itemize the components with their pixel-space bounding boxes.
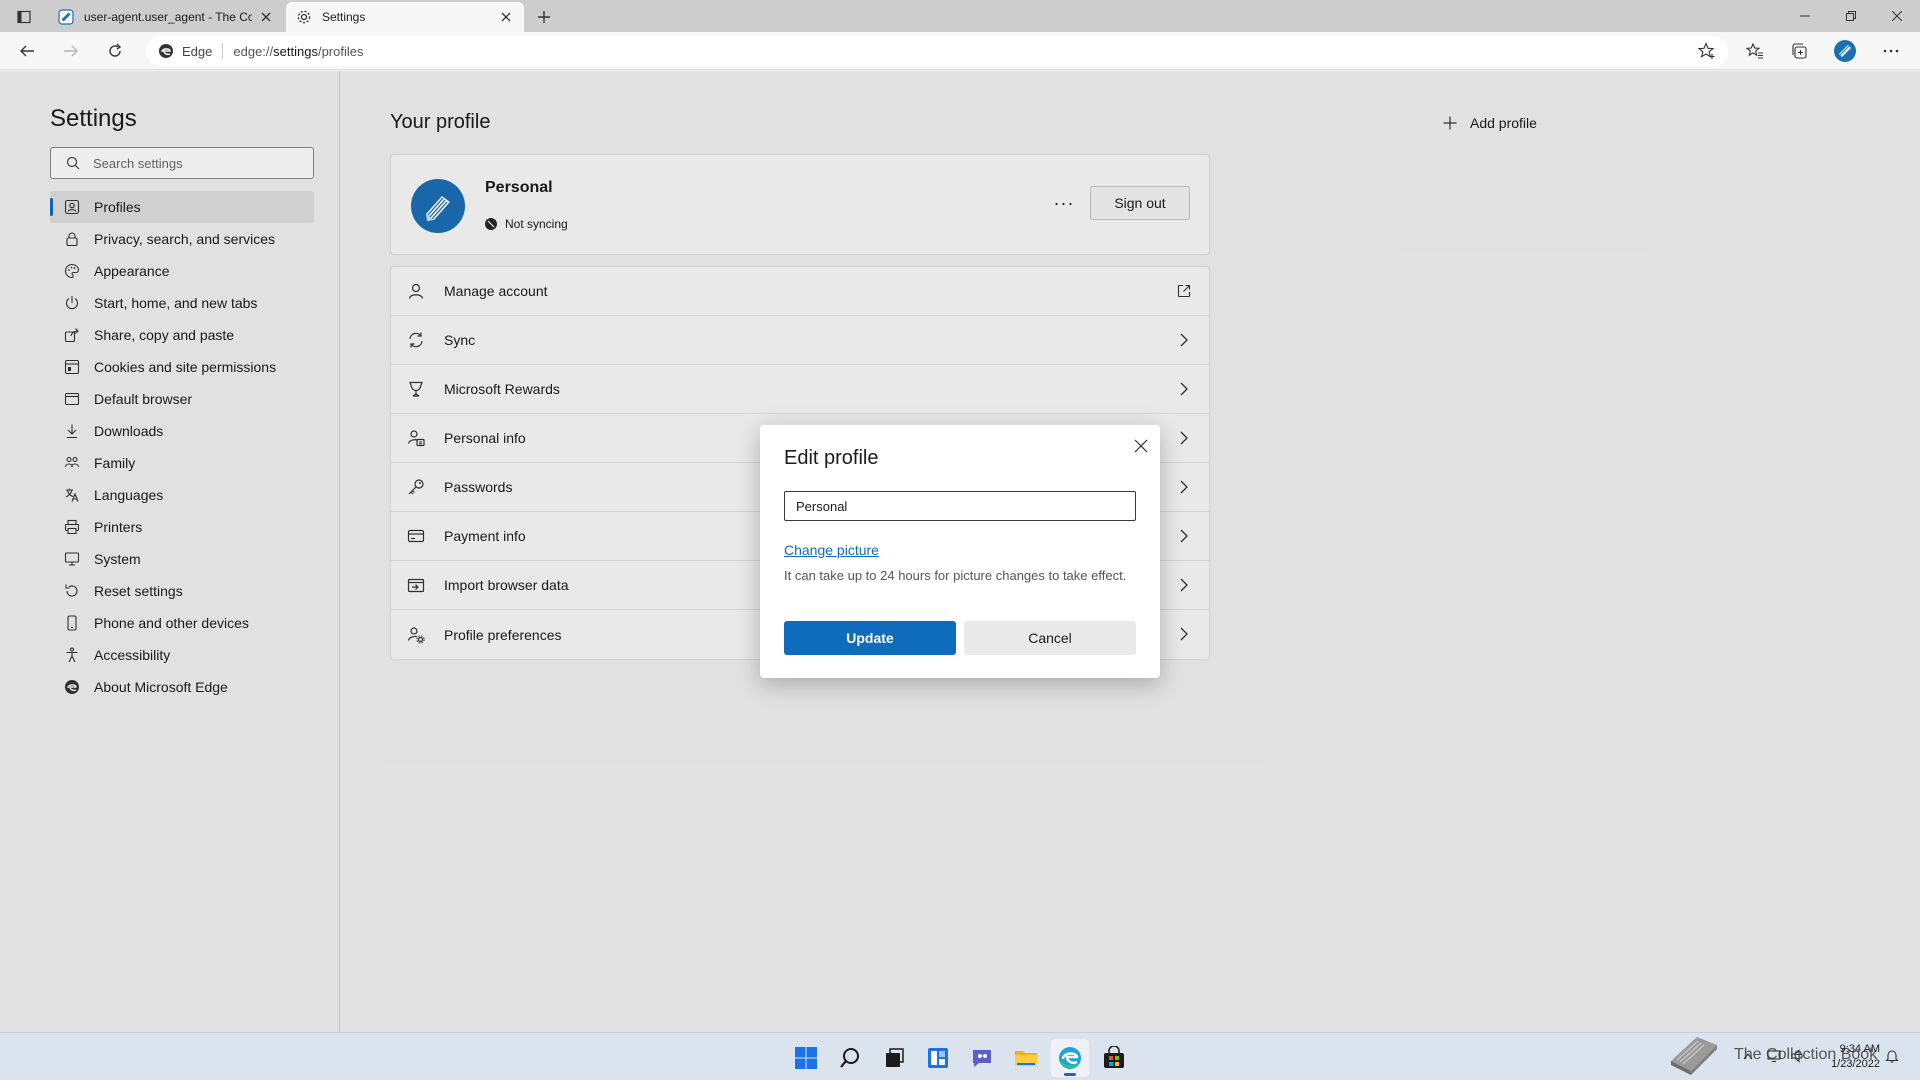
forward-icon[interactable]	[56, 37, 86, 65]
site-name: Edge	[182, 43, 213, 59]
tab-settings[interactable]: Settings	[286, 2, 524, 32]
tab-strip: user-agent.user_agent - The Co Settings	[0, 0, 1920, 32]
tab-user-agent[interactable]: user-agent.user_agent - The Co	[48, 2, 284, 32]
book-logo-watermark	[1666, 1028, 1722, 1080]
refresh-icon[interactable]	[100, 37, 130, 65]
restore-icon[interactable]	[1828, 0, 1874, 32]
tab-title: user-agent.user_agent - The Co	[84, 10, 252, 24]
clock-date: 1/23/2022	[1831, 1058, 1880, 1070]
display-icon[interactable]	[1766, 1048, 1782, 1064]
cancel-button[interactable]: Cancel	[964, 621, 1136, 655]
change-picture-link[interactable]: Change picture	[784, 542, 879, 558]
gear-icon	[296, 9, 312, 25]
address-separator	[222, 43, 224, 59]
back-icon[interactable]	[12, 37, 42, 65]
picture-change-note: It can take up to 24 hours for picture c…	[784, 568, 1127, 583]
clock-time: 9:34 AM	[1839, 1043, 1880, 1055]
task-view-icon[interactable]	[875, 1039, 913, 1077]
dialog-title: Edit profile	[784, 447, 879, 469]
notifications-icon[interactable]	[1884, 1048, 1900, 1064]
widgets-icon[interactable]	[919, 1039, 957, 1077]
taskbar	[0, 1032, 1920, 1080]
edit-profile-dialog: Edit profile Change picture It can take …	[760, 425, 1160, 678]
volume-icon[interactable]	[1790, 1048, 1806, 1064]
windows-start-icon[interactable]	[787, 1039, 825, 1077]
browser-toolbar: Edge edge://settings/profiles	[0, 32, 1920, 70]
close-tab-icon[interactable]	[498, 9, 514, 25]
file-explorer-icon[interactable]	[1007, 1039, 1045, 1077]
chat-icon[interactable]	[963, 1039, 1001, 1077]
edge-icon	[158, 43, 174, 59]
chevron-up-icon[interactable]	[1740, 1048, 1756, 1064]
book-icon	[58, 9, 74, 25]
more-menu-icon[interactable]	[1876, 37, 1906, 65]
profile-avatar-icon[interactable]	[1830, 37, 1860, 65]
edge-taskbar-icon[interactable]	[1051, 1039, 1089, 1077]
url-text: edge://settings/profiles	[233, 43, 364, 59]
tab-actions-icon[interactable]	[10, 6, 38, 28]
store-icon[interactable]	[1095, 1039, 1133, 1077]
close-tab-icon[interactable]	[258, 9, 274, 25]
close-window-icon[interactable]	[1874, 0, 1920, 32]
address-bar[interactable]: Edge edge://settings/profiles	[146, 36, 1728, 66]
add-favorite-icon[interactable]	[1692, 37, 1722, 65]
tab-title: Settings	[322, 10, 366, 24]
minimize-icon[interactable]	[1782, 0, 1828, 32]
search-icon[interactable]	[831, 1039, 869, 1077]
favorites-icon[interactable]	[1740, 37, 1770, 65]
update-button[interactable]: Update	[784, 621, 956, 655]
close-icon[interactable]	[1128, 433, 1154, 459]
system-clock[interactable]: 9:34 AM 1/23/2022	[1831, 1042, 1880, 1072]
new-tab-icon[interactable]	[532, 5, 556, 29]
profile-name-input[interactable]	[784, 491, 1136, 521]
collections-icon[interactable]	[1784, 37, 1814, 65]
